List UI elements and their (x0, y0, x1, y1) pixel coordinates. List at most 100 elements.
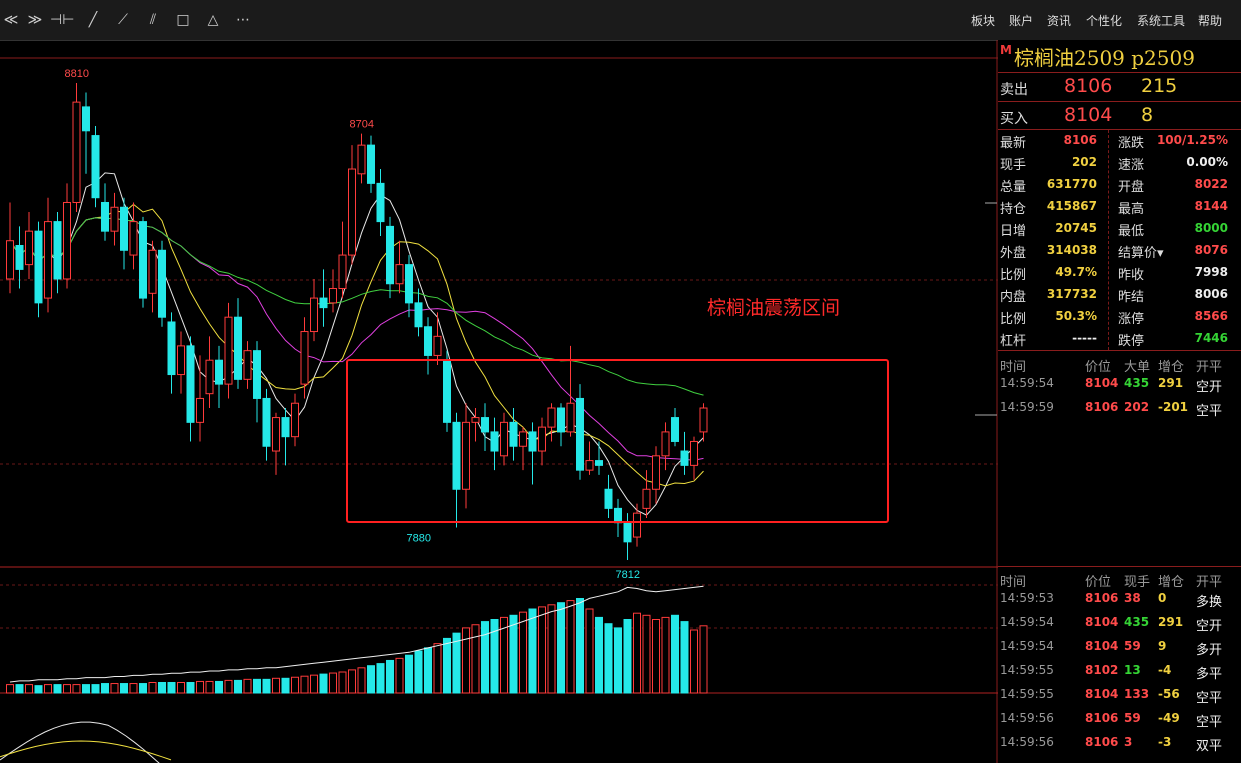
ask-label: 卖出 (1000, 82, 1028, 98)
candle-body (462, 421, 470, 490)
stats-row: 比例 49.7% 昨收 7998 (998, 262, 1241, 284)
ray-icon[interactable]: ⟋ (112, 10, 134, 30)
volume-bar (509, 614, 518, 694)
volume-bar (661, 616, 670, 694)
candle-body (34, 230, 43, 304)
candle-body (500, 421, 508, 457)
candle-body (576, 397, 584, 471)
candle-body (557, 407, 565, 433)
candle-body (414, 302, 423, 328)
candle-body (243, 350, 252, 380)
volume-bar (576, 598, 584, 694)
trade-row[interactable]: 14:59:59 8106 202 -201 空平 (998, 396, 1241, 420)
stat-value: 50.3% (1055, 309, 1097, 323)
crosshair-icon[interactable]: ⊣⊢ (50, 10, 74, 30)
volume-bar (386, 659, 394, 694)
stat-label: 最新 (1000, 136, 1027, 151)
stat-label: 比例 (1000, 268, 1027, 283)
volume-bar (63, 684, 71, 694)
volume-bar (462, 627, 470, 694)
volume-bar (519, 611, 527, 694)
trade-row[interactable]: 14:59:56 8106 3 -3 双平 (998, 731, 1241, 755)
trade-row[interactable]: 14:59:54 8104 435 291 空开 (998, 611, 1241, 635)
trade-type: 空平 (1196, 404, 1223, 419)
extreme-price-label: 7812 (616, 569, 640, 581)
menu-item-4[interactable]: 系统工具 (1137, 12, 1185, 29)
candle-body (433, 335, 442, 356)
stat-label: 跌停 (1118, 334, 1145, 349)
trade-row[interactable]: 14:59:54 8104 435 291 空开 (998, 372, 1241, 396)
volume-bar (243, 678, 252, 694)
stats-row: 最新 8106 涨跌 100/1.25% (998, 130, 1241, 152)
candle-body (661, 431, 670, 457)
stat-value: 314038 (1046, 243, 1097, 257)
candle-body (300, 331, 309, 385)
trade-vol: 59 (1124, 639, 1141, 653)
rectangle-icon[interactable]: □ (172, 10, 194, 30)
stat-value: 49.7% (1055, 265, 1097, 279)
candle-body (167, 321, 176, 376)
trade-row[interactable]: 14:59:55 8104 133 -56 空平 (998, 683, 1241, 707)
trade-type: 多平 (1196, 667, 1223, 682)
trade-time: 14:59:54 (1000, 376, 1054, 390)
volume-bar (300, 675, 309, 694)
trade-vol: 38 (1124, 591, 1141, 605)
trade-row[interactable]: 14:59:55 8102 13 -4 多平 (998, 659, 1241, 683)
candle-body (367, 144, 375, 184)
menu-item-1[interactable]: 账户 (1009, 12, 1033, 29)
candle-body (148, 249, 157, 294)
menu-item-2[interactable]: 资讯 (1047, 12, 1071, 29)
volume-bar (614, 627, 622, 694)
volume-bar (424, 647, 432, 694)
volume-bar (604, 623, 613, 694)
candle-body (443, 359, 451, 423)
collapse-down-icon[interactable]: ≫ (24, 10, 46, 30)
volume-bar (234, 679, 242, 694)
trade-type: 多换 (1196, 595, 1223, 610)
menu-item-3[interactable]: 个性化 (1086, 12, 1122, 29)
kline-chart[interactable]: 8810 8704 7880 7812 棕榈油震荡区间 (0, 40, 998, 763)
collapse-icon[interactable]: ≪ (0, 10, 22, 30)
trade-row[interactable]: 14:59:56 8106 59 -49 空平 (998, 707, 1241, 731)
trade-row[interactable]: 14:59:53 8106 38 0 多换 (998, 587, 1241, 611)
stat-label: 开盘 (1118, 180, 1145, 195)
contract-name: 棕榈油2509 p2509 (1014, 46, 1195, 70)
trade-type: 多开 (1196, 643, 1223, 658)
stat-value: 8076 (1194, 243, 1228, 257)
stat-value: 317732 (1046, 287, 1097, 301)
more-icon[interactable]: ⋯ (232, 10, 254, 30)
trade-time: 14:59:56 (1000, 711, 1054, 725)
ask-row: 卖出 8106 215 (998, 73, 1241, 101)
parallel-icon[interactable]: ⫽ (142, 10, 164, 30)
trade-vol: 133 (1124, 687, 1150, 701)
candle-body (215, 359, 223, 385)
trade-price: 8104 (1085, 376, 1119, 390)
candle-body (234, 316, 242, 380)
menu-item-5[interactable]: 帮助 (1198, 12, 1222, 29)
candle-body (566, 402, 575, 433)
stat-label: 持仓 (1000, 202, 1027, 217)
stat-value: 8006 (1194, 287, 1228, 301)
volume-bar (253, 678, 261, 694)
trade-price: 8104 (1085, 615, 1119, 629)
line-icon[interactable]: ╱ (82, 10, 104, 30)
trade-row[interactable]: 14:59:54 8104 59 9 多开 (998, 635, 1241, 659)
trade-vol: 435 (1124, 376, 1150, 390)
candle-body (262, 397, 271, 447)
volume-bar (196, 680, 204, 694)
candle-body (424, 326, 432, 356)
triangle-icon[interactable]: △ (202, 10, 224, 30)
candle-body (6, 240, 14, 280)
stat-label: 昨结 (1118, 290, 1145, 305)
candle-body (357, 144, 366, 175)
trade-oi: -49 (1158, 711, 1180, 725)
volume-bar (224, 679, 233, 694)
volume-bar (101, 683, 109, 694)
candle-body (699, 407, 708, 433)
menu-item-0[interactable]: 板块 (971, 12, 995, 29)
candle-body (386, 225, 394, 285)
stat-label: 杠杆 (1000, 334, 1027, 349)
volume-bar (481, 621, 489, 694)
candle-body (338, 254, 347, 290)
volume-bar (310, 674, 318, 694)
